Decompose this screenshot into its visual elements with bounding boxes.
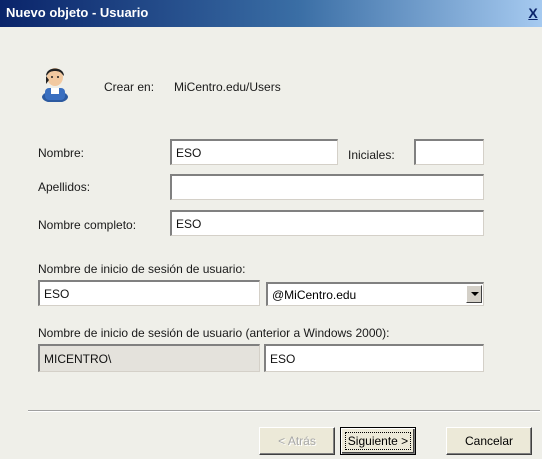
initials-input[interactable] xyxy=(414,139,484,165)
window-title: Nuevo objeto - Usuario xyxy=(6,5,149,20)
create-in-path: MiCentro.edu/Users xyxy=(174,80,281,94)
full-name-label: Nombre completo: xyxy=(38,218,137,232)
back-button[interactable]: < Atrás xyxy=(259,427,335,455)
legacy-logon-label: Nombre de inicio de sesión de usuario (a… xyxy=(38,326,390,340)
focus-indicator xyxy=(345,432,411,450)
legacy-domain-field xyxy=(38,344,260,372)
title-bar[interactable]: Nuevo objeto - Usuario X xyxy=(0,0,542,27)
logon-name-input[interactable] xyxy=(38,280,260,306)
initials-label: Iniciales: xyxy=(348,148,395,162)
cancel-button[interactable]: Cancelar xyxy=(446,427,532,455)
first-name-label: Nombre: xyxy=(38,146,85,160)
close-button[interactable]: X xyxy=(526,4,540,22)
user-icon xyxy=(42,68,68,102)
logon-label: Nombre de inicio de sesión de usuario: xyxy=(38,262,246,276)
next-button[interactable]: Siguiente > xyxy=(340,427,416,455)
new-user-dialog: Nuevo objeto - Usuario X Crear en: MiCen… xyxy=(0,0,542,459)
create-in-label: Crear en: xyxy=(104,80,155,94)
domain-select-value: @MiCentro.edu xyxy=(272,288,357,302)
first-name-input[interactable] xyxy=(170,139,338,165)
last-name-label: Apellidos: xyxy=(38,180,91,194)
last-name-input[interactable] xyxy=(170,174,484,200)
legacy-logon-name-input[interactable] xyxy=(264,344,484,372)
full-name-input[interactable] xyxy=(170,210,484,236)
domain-select[interactable]: @MiCentro.edu xyxy=(266,282,484,306)
footer-separator xyxy=(28,410,540,412)
chevron-down-icon[interactable] xyxy=(466,285,482,303)
